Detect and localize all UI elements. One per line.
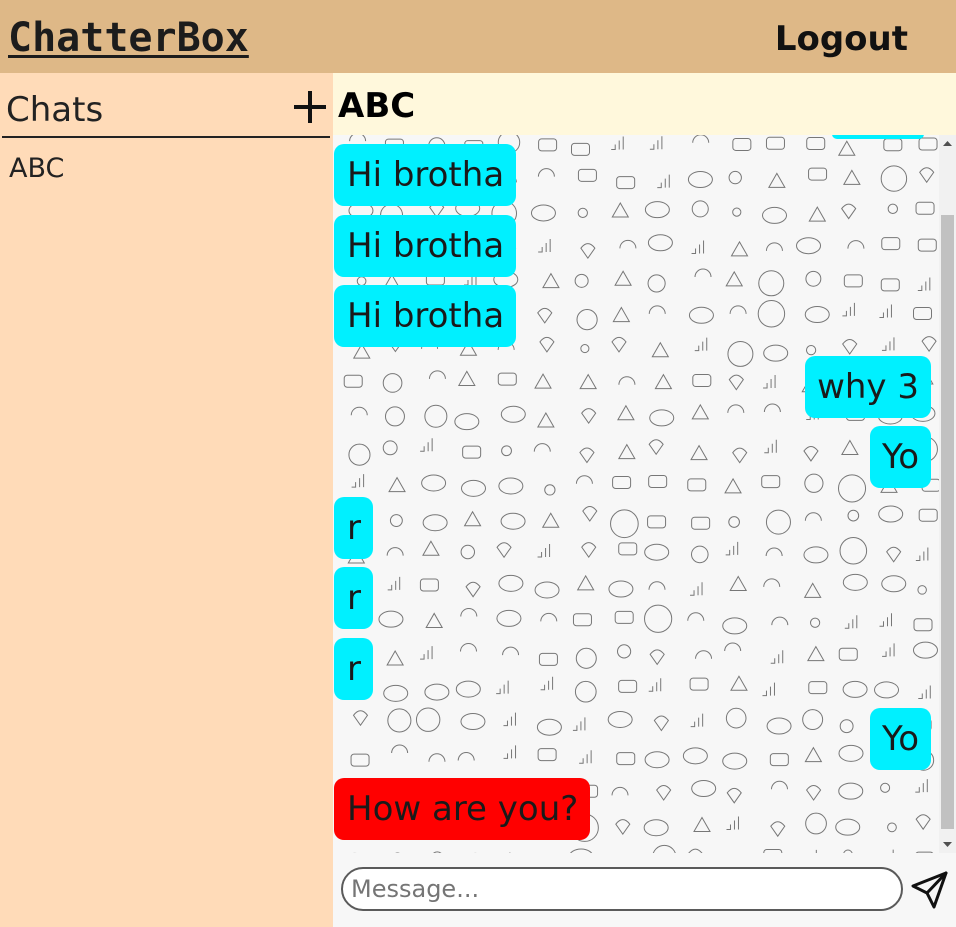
conversation-title: ABC: [338, 86, 416, 126]
message-bubble-highlighted[interactable]: How are you?: [334, 778, 591, 840]
send-button[interactable]: [909, 869, 951, 911]
message-list[interactable]: Hi brotha Hi brotha Hi brotha why 3 Yo r…: [333, 135, 939, 853]
message-input[interactable]: [341, 867, 903, 911]
app-logo[interactable]: ChatterBox: [8, 10, 249, 66]
chat-list-item-name: ABC: [9, 153, 65, 184]
new-chat-button[interactable]: [292, 89, 328, 125]
conversation-header: ABC: [333, 73, 956, 135]
plus-icon: [294, 91, 326, 123]
message-bubble[interactable]: Hi brotha: [334, 144, 517, 206]
message-bubble[interactable]: why 3: [805, 356, 931, 418]
message-bubble[interactable]: r: [334, 567, 373, 629]
message-bubble[interactable]: r: [334, 638, 373, 700]
message-bubble-partial: [832, 135, 924, 139]
message-bubble[interactable]: Hi brotha: [334, 285, 517, 347]
message-bubble[interactable]: Yo: [869, 708, 931, 770]
message-bubble[interactable]: Yo: [869, 426, 931, 488]
chat-sidebar: Chats ABC: [0, 73, 333, 927]
send-icon: [911, 871, 948, 909]
message-bubble[interactable]: r: [334, 497, 373, 559]
sidebar-title: Chats: [6, 90, 104, 130]
logout-button[interactable]: Logout: [775, 16, 908, 62]
scroll-down-arrow-icon[interactable]: [939, 836, 956, 853]
message-scrollbar[interactable]: [939, 135, 956, 853]
message-composer: [333, 853, 956, 927]
message-bubble[interactable]: Hi brotha: [334, 215, 517, 277]
top-bar: ChatterBox Logout: [0, 0, 956, 73]
chat-list-item[interactable]: ABC: [0, 146, 330, 192]
scrollbar-thumb[interactable]: [941, 215, 954, 829]
scroll-up-arrow-icon[interactable]: [939, 135, 956, 152]
sidebar-header: Chats: [2, 73, 330, 138]
